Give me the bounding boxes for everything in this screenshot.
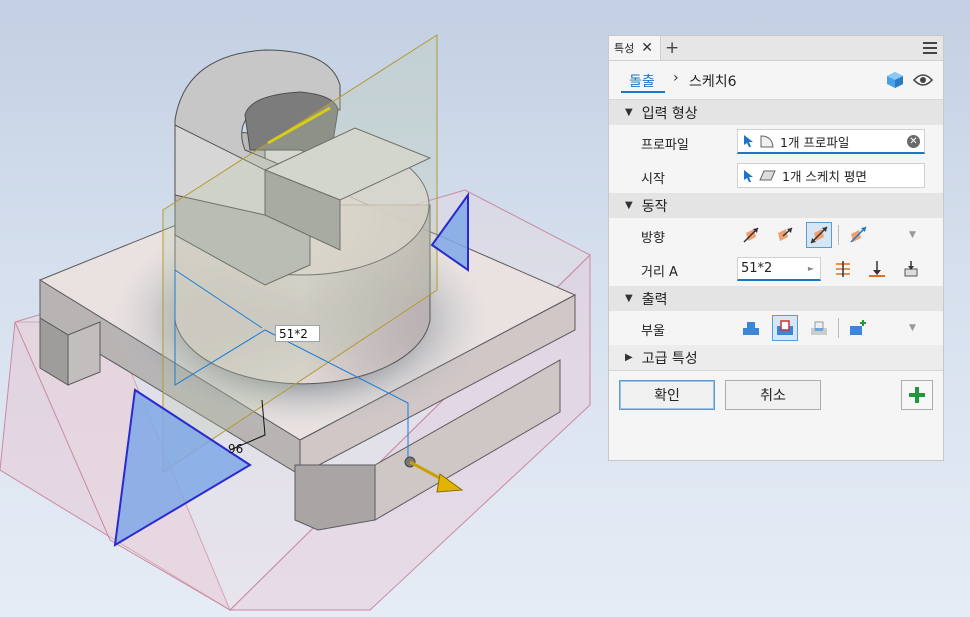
direction-row: 방향 ▼ — [609, 218, 943, 252]
eye-icon[interactable] — [913, 73, 933, 87]
start-label: 시작 — [641, 172, 665, 187]
dimension-label[interactable]: 51*2 — [275, 325, 320, 342]
tab-label: 특성 — [614, 42, 635, 55]
direction-label: 방향 — [641, 231, 665, 246]
distance-row: 거리 A 51*2 ► — [609, 252, 943, 286]
profile-icon — [760, 134, 774, 147]
panel-button-row: 확인 취소 — [609, 370, 943, 421]
section-output[interactable]: ▼ 출력 — [609, 286, 943, 311]
front-foot — [294, 464, 376, 531]
join-button[interactable] — [738, 315, 764, 341]
distance-value: 51*2 — [741, 261, 773, 276]
new-solid-icon — [850, 320, 866, 335]
join-icon — [743, 322, 759, 335]
to-button[interactable] — [864, 256, 890, 282]
section-behavior-label: 동작 — [641, 198, 668, 215]
intersect-button[interactable] — [806, 315, 832, 341]
breadcrumb-underline — [621, 91, 665, 93]
distance-label: 거리 A — [641, 265, 678, 280]
chevron-down-icon[interactable]: ▼ — [909, 323, 916, 333]
cut-button[interactable] — [772, 315, 798, 341]
direction-symmetric-button[interactable] — [806, 222, 832, 248]
profile-row: 프로파일 1개 프로파일 ✕ — [609, 125, 943, 159]
breadcrumb-parent[interactable]: 돌출 — [629, 71, 655, 91]
breadcrumb-current: 스케치6 — [689, 74, 737, 90]
profile-label: 프로파일 — [641, 138, 689, 153]
section-input-geometry[interactable]: ▼ 입력 형상 — [609, 100, 943, 125]
cut-icon — [777, 320, 793, 335]
menu-icon[interactable] — [923, 42, 937, 54]
start-value: 1개 스케치 평면 — [782, 169, 867, 184]
to-next-button[interactable] — [898, 256, 924, 282]
direction-flip-button[interactable] — [772, 222, 798, 248]
breadcrumb: 돌출 › 스케치6 — [609, 61, 943, 100]
section-output-label: 출력 — [641, 291, 668, 308]
cube-icon[interactable] — [886, 71, 904, 89]
profile-selector[interactable]: 1개 프로파일 ✕ — [737, 129, 925, 154]
profile-value: 1개 프로파일 — [780, 134, 850, 150]
start-row: 시작 1개 스케치 평면 — [609, 159, 943, 193]
add-tab-icon[interactable]: + — [665, 38, 679, 58]
dimension-small-label: 96 — [228, 442, 244, 456]
direction-asymmetric-icon — [850, 226, 867, 243]
to-icon — [869, 261, 885, 277]
between-icon — [836, 261, 850, 277]
direction-asymmetric-button[interactable] — [845, 222, 871, 248]
section-input-geometry-label: 입력 형상 — [641, 105, 698, 122]
properties-panel: 특성 ✕ + 돌출 › 스케치6 ▼입력 형상 프로파일 1개 프로파일 ✕ — [608, 35, 944, 461]
add-plus-button[interactable] — [901, 380, 933, 410]
cursor-icon — [744, 135, 753, 147]
direction-symmetric-icon — [810, 226, 828, 244]
distance-input[interactable]: 51*2 ► — [737, 257, 821, 281]
boolean-row: 부울 ▼ — [609, 311, 943, 345]
separator — [838, 225, 839, 245]
intersect-icon — [811, 321, 827, 335]
breadcrumb-separator: › — [673, 70, 679, 86]
clear-icon[interactable]: ✕ — [907, 135, 920, 148]
section-behavior[interactable]: ▼ 동작 — [609, 193, 943, 218]
boolean-label: 부울 — [641, 324, 665, 339]
ok-button[interactable]: 확인 — [619, 380, 715, 410]
tab-properties[interactable]: 특성 ✕ — [609, 36, 661, 60]
cancel-button[interactable]: 취소 — [725, 380, 821, 410]
chevron-right-icon[interactable]: ► — [808, 258, 814, 280]
separator — [838, 318, 839, 338]
direction-default-icon — [743, 227, 759, 243]
new-solid-button[interactable] — [845, 315, 871, 341]
chevron-down-icon[interactable]: ▼ — [909, 230, 916, 240]
start-selector[interactable]: 1개 스케치 평면 — [737, 163, 925, 188]
section-advanced[interactable]: ▶ 고급 특성 — [609, 345, 943, 370]
between-button[interactable] — [830, 256, 856, 282]
to-next-icon — [904, 261, 918, 277]
panel-tabbar: 특성 ✕ + — [609, 36, 943, 61]
cursor-icon — [744, 169, 753, 182]
close-icon[interactable]: ✕ — [641, 40, 653, 56]
plane-icon — [759, 170, 776, 181]
direction-flip-icon — [778, 227, 793, 241]
add-plus-icon — [909, 387, 925, 403]
section-advanced-label: 고급 특성 — [641, 350, 698, 367]
direction-default-button[interactable] — [738, 222, 764, 248]
